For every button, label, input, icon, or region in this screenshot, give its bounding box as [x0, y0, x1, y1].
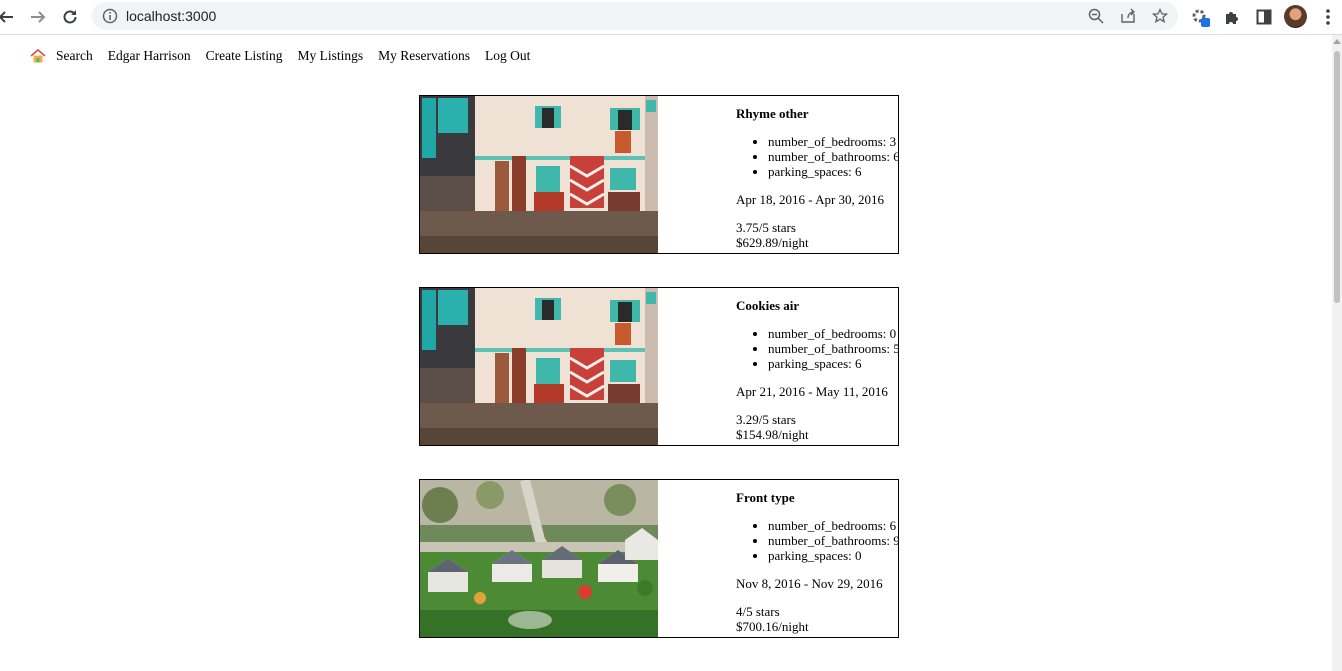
- listing-info: Rhyme other number_of_bedrooms: 3 number…: [736, 106, 898, 250]
- listing-title[interactable]: Cookies air: [736, 298, 898, 313]
- feature-bedrooms: number_of_bedrooms: 3: [768, 134, 898, 149]
- feature-parking: parking_spaces: 0: [768, 548, 898, 563]
- listing-dates: Apr 18, 2016 - Apr 30, 2016: [736, 192, 885, 207]
- profile-avatar[interactable]: [1284, 5, 1307, 28]
- back-icon[interactable]: [0, 5, 18, 29]
- feature-parking: parking_spaces: 6: [768, 356, 898, 371]
- listing-card[interactable]: Front type number_of_bedrooms: 6 number_…: [419, 479, 899, 638]
- bookmark-star-icon[interactable]: [1152, 8, 1168, 24]
- reload-icon[interactable]: [58, 5, 82, 29]
- url-text[interactable]: localhost:3000: [126, 8, 216, 24]
- listing-rating: 3.75/5 stars: [736, 220, 796, 235]
- address-bar[interactable]: localhost:3000: [92, 2, 1178, 30]
- listing-photo: [420, 288, 658, 445]
- info-icon[interactable]: [102, 8, 118, 24]
- feature-bedrooms: number_of_bedrooms: 0: [768, 326, 898, 341]
- extension-gear-icon[interactable]: [1189, 6, 1211, 28]
- extensions-puzzle-icon[interactable]: [1221, 6, 1243, 28]
- listing-features: number_of_bedrooms: 3 number_of_bathroom…: [736, 134, 898, 179]
- feature-bathrooms: number_of_bathrooms: 9: [768, 533, 898, 548]
- listing-info: Cookies air number_of_bedrooms: 0 number…: [736, 298, 898, 442]
- listing-price: $154.98/night: [736, 427, 809, 442]
- listing-title[interactable]: Front type: [736, 490, 898, 505]
- listing-features: number_of_bedrooms: 0 number_of_bathroom…: [736, 326, 898, 371]
- scrollbar-thumb[interactable]: [1334, 51, 1340, 303]
- feature-bathrooms: number_of_bathrooms: 6: [768, 149, 898, 164]
- menu-kebab-icon[interactable]: [1317, 6, 1339, 28]
- nav-create-listing-link[interactable]: Create Listing: [206, 48, 283, 64]
- listing-dates: Nov 8, 2016 - Nov 29, 2016: [736, 576, 883, 591]
- nav-my-listings-link[interactable]: My Listings: [297, 48, 363, 64]
- nav-profile-link[interactable]: Edgar Harrison: [108, 48, 191, 64]
- listing-features: number_of_bedrooms: 6 number_of_bathroom…: [736, 518, 898, 563]
- scroll-up-arrow-icon[interactable]: [1333, 39, 1341, 44]
- listing-info: Front type number_of_bedrooms: 6 number_…: [736, 490, 898, 634]
- listing-card[interactable]: Cookies air number_of_bedrooms: 0 number…: [419, 287, 899, 446]
- listing-photo: [420, 96, 658, 253]
- forward-icon[interactable]: [26, 5, 50, 29]
- zoom-icon[interactable]: [1088, 8, 1104, 24]
- nav-search-link[interactable]: Search: [56, 48, 93, 64]
- feature-bathrooms: number_of_bathrooms: 5: [768, 341, 898, 356]
- listing-card[interactable]: Rhyme other number_of_bedrooms: 3 number…: [419, 95, 899, 254]
- listing-title[interactable]: Rhyme other: [736, 106, 898, 121]
- nav-logout-link[interactable]: Log Out: [485, 48, 530, 64]
- side-panel-icon[interactable]: [1253, 6, 1275, 28]
- house-icon[interactable]: [30, 48, 46, 64]
- nav-my-reservations-link[interactable]: My Reservations: [378, 48, 470, 64]
- listing-price: $700.16/night: [736, 619, 809, 634]
- listing-photo: [420, 480, 658, 637]
- feature-parking: parking_spaces: 6: [768, 164, 898, 179]
- share-icon[interactable]: [1120, 8, 1136, 24]
- browser-toolbar: localhost:3000: [0, 0, 1342, 35]
- listing-rating: 4/5 stars: [736, 604, 780, 619]
- page-scrollbar[interactable]: [1332, 35, 1342, 671]
- listing-price: $629.89/night: [736, 235, 809, 250]
- feature-bedrooms: number_of_bedrooms: 6: [768, 518, 898, 533]
- app-navbar: Search Edgar Harrison Create Listing My …: [30, 46, 545, 66]
- listing-dates: Apr 21, 2016 - May 11, 2016: [736, 384, 888, 399]
- listing-rating: 3.29/5 stars: [736, 412, 796, 427]
